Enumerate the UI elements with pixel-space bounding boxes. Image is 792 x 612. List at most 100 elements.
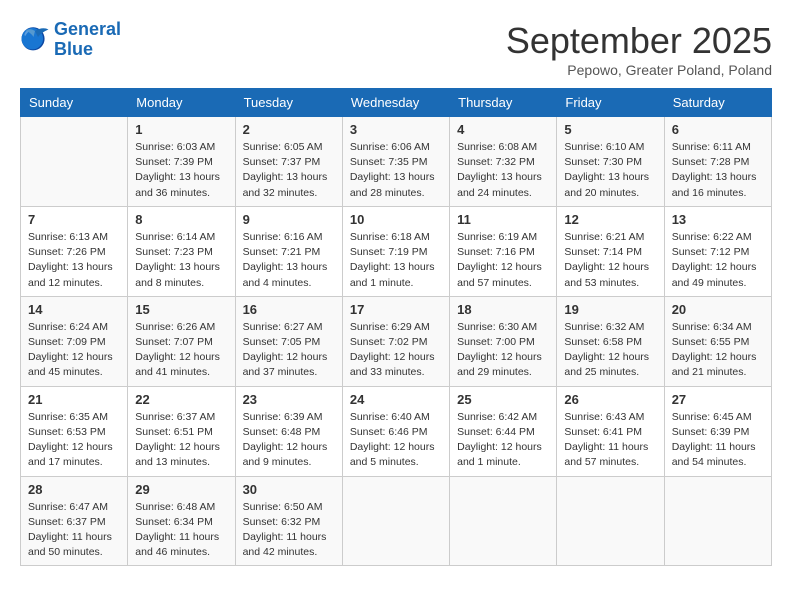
- day-info: Sunrise: 6:06 AM Sunset: 7:35 PM Dayligh…: [350, 140, 442, 201]
- calendar-cell: 19 Sunrise: 6:32 AM Sunset: 6:58 PM Dayli…: [557, 296, 664, 386]
- week-row-3: 14Sunrise: 6:24 AM Sunset: 7:09 PM Dayli…: [21, 296, 772, 386]
- page-header: 🔵 General Blue September 2025 Pepowo, Gr…: [20, 20, 772, 78]
- day-info: Sunrise: 6:21 AM Sunset: 7:14 PM Dayligh…: [564, 230, 656, 291]
- day-number: 25: [457, 392, 549, 407]
- calendar-cell: [342, 476, 449, 566]
- calendar-cell: 15 Sunrise: 6:26 AM Sunset: 7:07 PM Dayli…: [128, 296, 235, 386]
- day-info: Sunrise: 6:47 AM Sunset: 6:37 PM Dayligh…: [28, 500, 120, 561]
- day-info: Sunrise: 6:10 AM Sunset: 7:30 PM Dayligh…: [564, 140, 656, 201]
- day-number: 22: [135, 392, 227, 407]
- day-number: 6: [672, 122, 764, 137]
- day-info: Sunrise: 6:18 AM Sunset: 7:19 PM Dayligh…: [350, 230, 442, 291]
- calendar-cell: 6 Sunrise: 6:11 AM Sunset: 7:28 PM Daylig…: [664, 117, 771, 207]
- day-number: 26: [564, 392, 656, 407]
- day-info: Sunrise: 6:13 AM Sunset: 7:26 PM Dayligh…: [28, 230, 120, 291]
- day-info: Sunrise: 6:16 AM Sunset: 7:21 PM Dayligh…: [243, 230, 335, 291]
- day-number: 10: [350, 212, 442, 227]
- day-number: 2: [243, 122, 335, 137]
- month-title: September 2025: [506, 20, 772, 62]
- header-row: SundayMondayTuesdayWednesdayThursdayFrid…: [21, 89, 772, 117]
- week-row-1: 1 Sunrise: 6:03 AM Sunset: 7:39 PM Daylig…: [21, 117, 772, 207]
- calendar-cell: 29Sunrise: 6:48 AM Sunset: 6:34 PM Dayli…: [128, 476, 235, 566]
- day-number: 5: [564, 122, 656, 137]
- day-number: 8: [135, 212, 227, 227]
- calendar-cell: 25 Sunrise: 6:42 AM Sunset: 6:44 PM Dayli…: [450, 386, 557, 476]
- calendar-cell: 23 Sunrise: 6:39 AM Sunset: 6:48 PM Dayli…: [235, 386, 342, 476]
- day-info: Sunrise: 6:34 AM Sunset: 6:55 PM Dayligh…: [672, 320, 764, 381]
- calendar-cell: 13 Sunrise: 6:22 AM Sunset: 7:12 PM Dayli…: [664, 206, 771, 296]
- day-info: Sunrise: 6:03 AM Sunset: 7:39 PM Dayligh…: [135, 140, 227, 201]
- day-info: Sunrise: 6:45 AM Sunset: 6:39 PM Dayligh…: [672, 410, 764, 471]
- day-info: Sunrise: 6:29 AM Sunset: 7:02 PM Dayligh…: [350, 320, 442, 381]
- day-info: Sunrise: 6:26 AM Sunset: 7:07 PM Dayligh…: [135, 320, 227, 381]
- day-info: Sunrise: 6:39 AM Sunset: 6:48 PM Dayligh…: [243, 410, 335, 471]
- calendar-cell: 9 Sunrise: 6:16 AM Sunset: 7:21 PM Daylig…: [235, 206, 342, 296]
- logo-text: General Blue: [54, 20, 121, 60]
- day-number: 28: [28, 482, 120, 497]
- day-info: Sunrise: 6:43 AM Sunset: 6:41 PM Dayligh…: [564, 410, 656, 471]
- day-number: 27: [672, 392, 764, 407]
- week-row-2: 7 Sunrise: 6:13 AM Sunset: 7:26 PM Daylig…: [21, 206, 772, 296]
- day-number: 4: [457, 122, 549, 137]
- calendar-cell: 30Sunrise: 6:50 AM Sunset: 6:32 PM Dayli…: [235, 476, 342, 566]
- logo: 🔵 General Blue: [20, 20, 121, 60]
- day-number: 14: [28, 302, 120, 317]
- day-info: Sunrise: 6:22 AM Sunset: 7:12 PM Dayligh…: [672, 230, 764, 291]
- calendar-cell: 22 Sunrise: 6:37 AM Sunset: 6:51 PM Dayli…: [128, 386, 235, 476]
- day-number: 1: [135, 122, 227, 137]
- calendar-cell: 4 Sunrise: 6:08 AM Sunset: 7:32 PM Daylig…: [450, 117, 557, 207]
- day-info: Sunrise: 6:30 AM Sunset: 7:00 PM Dayligh…: [457, 320, 549, 381]
- column-header-friday: Friday: [557, 89, 664, 117]
- calendar-cell: 1 Sunrise: 6:03 AM Sunset: 7:39 PM Daylig…: [128, 117, 235, 207]
- calendar-table: SundayMondayTuesdayWednesdayThursdayFrid…: [20, 88, 772, 566]
- day-info: Sunrise: 6:42 AM Sunset: 6:44 PM Dayligh…: [457, 410, 549, 471]
- day-info: Sunrise: 6:08 AM Sunset: 7:32 PM Dayligh…: [457, 140, 549, 201]
- calendar-cell: 17Sunrise: 6:29 AM Sunset: 7:02 PM Dayli…: [342, 296, 449, 386]
- day-info: Sunrise: 6:14 AM Sunset: 7:23 PM Dayligh…: [135, 230, 227, 291]
- calendar-cell: 7 Sunrise: 6:13 AM Sunset: 7:26 PM Daylig…: [21, 206, 128, 296]
- column-header-thursday: Thursday: [450, 89, 557, 117]
- calendar-cell: 18 Sunrise: 6:30 AM Sunset: 7:00 PM Dayli…: [450, 296, 557, 386]
- calendar-cell: 3 Sunrise: 6:06 AM Sunset: 7:35 PM Daylig…: [342, 117, 449, 207]
- calendar-cell: 12 Sunrise: 6:21 AM Sunset: 7:14 PM Dayli…: [557, 206, 664, 296]
- calendar-cell: 20 Sunrise: 6:34 AM Sunset: 6:55 PM Dayli…: [664, 296, 771, 386]
- calendar-cell: [450, 476, 557, 566]
- calendar-cell: 8 Sunrise: 6:14 AM Sunset: 7:23 PM Daylig…: [128, 206, 235, 296]
- day-number: 12: [564, 212, 656, 227]
- day-info: Sunrise: 6:40 AM Sunset: 6:46 PM Dayligh…: [350, 410, 442, 471]
- day-number: 3: [350, 122, 442, 137]
- day-number: 18: [457, 302, 549, 317]
- day-number: 16: [243, 302, 335, 317]
- day-number: 9: [243, 212, 335, 227]
- day-number: 15: [135, 302, 227, 317]
- day-number: 13: [672, 212, 764, 227]
- day-info: Sunrise: 6:05 AM Sunset: 7:37 PM Dayligh…: [243, 140, 335, 201]
- calendar-cell: 24 Sunrise: 6:40 AM Sunset: 6:46 PM Dayli…: [342, 386, 449, 476]
- day-info: Sunrise: 6:37 AM Sunset: 6:51 PM Dayligh…: [135, 410, 227, 471]
- day-number: 23: [243, 392, 335, 407]
- day-number: 29: [135, 482, 227, 497]
- day-number: 20: [672, 302, 764, 317]
- calendar-cell: 28 Sunrise: 6:47 AM Sunset: 6:37 PM Dayli…: [21, 476, 128, 566]
- day-number: 19: [564, 302, 656, 317]
- calendar-cell: 27 Sunrise: 6:45 AM Sunset: 6:39 PM Dayli…: [664, 386, 771, 476]
- calendar-cell: 11Sunrise: 6:19 AM Sunset: 7:16 PM Dayli…: [450, 206, 557, 296]
- day-number: 7: [28, 212, 120, 227]
- day-info: Sunrise: 6:50 AM Sunset: 6:32 PM Dayligh…: [243, 500, 335, 561]
- calendar-cell: [21, 117, 128, 207]
- title-block: September 2025 Pepowo, Greater Poland, P…: [506, 20, 772, 78]
- column-header-wednesday: Wednesday: [342, 89, 449, 117]
- column-header-sunday: Sunday: [21, 89, 128, 117]
- calendar-cell: [664, 476, 771, 566]
- week-row-5: 28 Sunrise: 6:47 AM Sunset: 6:37 PM Dayli…: [21, 476, 772, 566]
- day-info: Sunrise: 6:35 AM Sunset: 6:53 PM Dayligh…: [28, 410, 120, 471]
- column-header-saturday: Saturday: [664, 89, 771, 117]
- day-number: 11: [457, 212, 549, 227]
- day-info: Sunrise: 6:32 AM Sunset: 6:58 PM Dayligh…: [564, 320, 656, 381]
- day-info: Sunrise: 6:11 AM Sunset: 7:28 PM Dayligh…: [672, 140, 764, 201]
- day-number: 24: [350, 392, 442, 407]
- location: Pepowo, Greater Poland, Poland: [506, 62, 772, 78]
- calendar-cell: 16Sunrise: 6:27 AM Sunset: 7:05 PM Dayli…: [235, 296, 342, 386]
- calendar-cell: 14Sunrise: 6:24 AM Sunset: 7:09 PM Dayli…: [21, 296, 128, 386]
- logo-icon: 🔵: [20, 25, 50, 55]
